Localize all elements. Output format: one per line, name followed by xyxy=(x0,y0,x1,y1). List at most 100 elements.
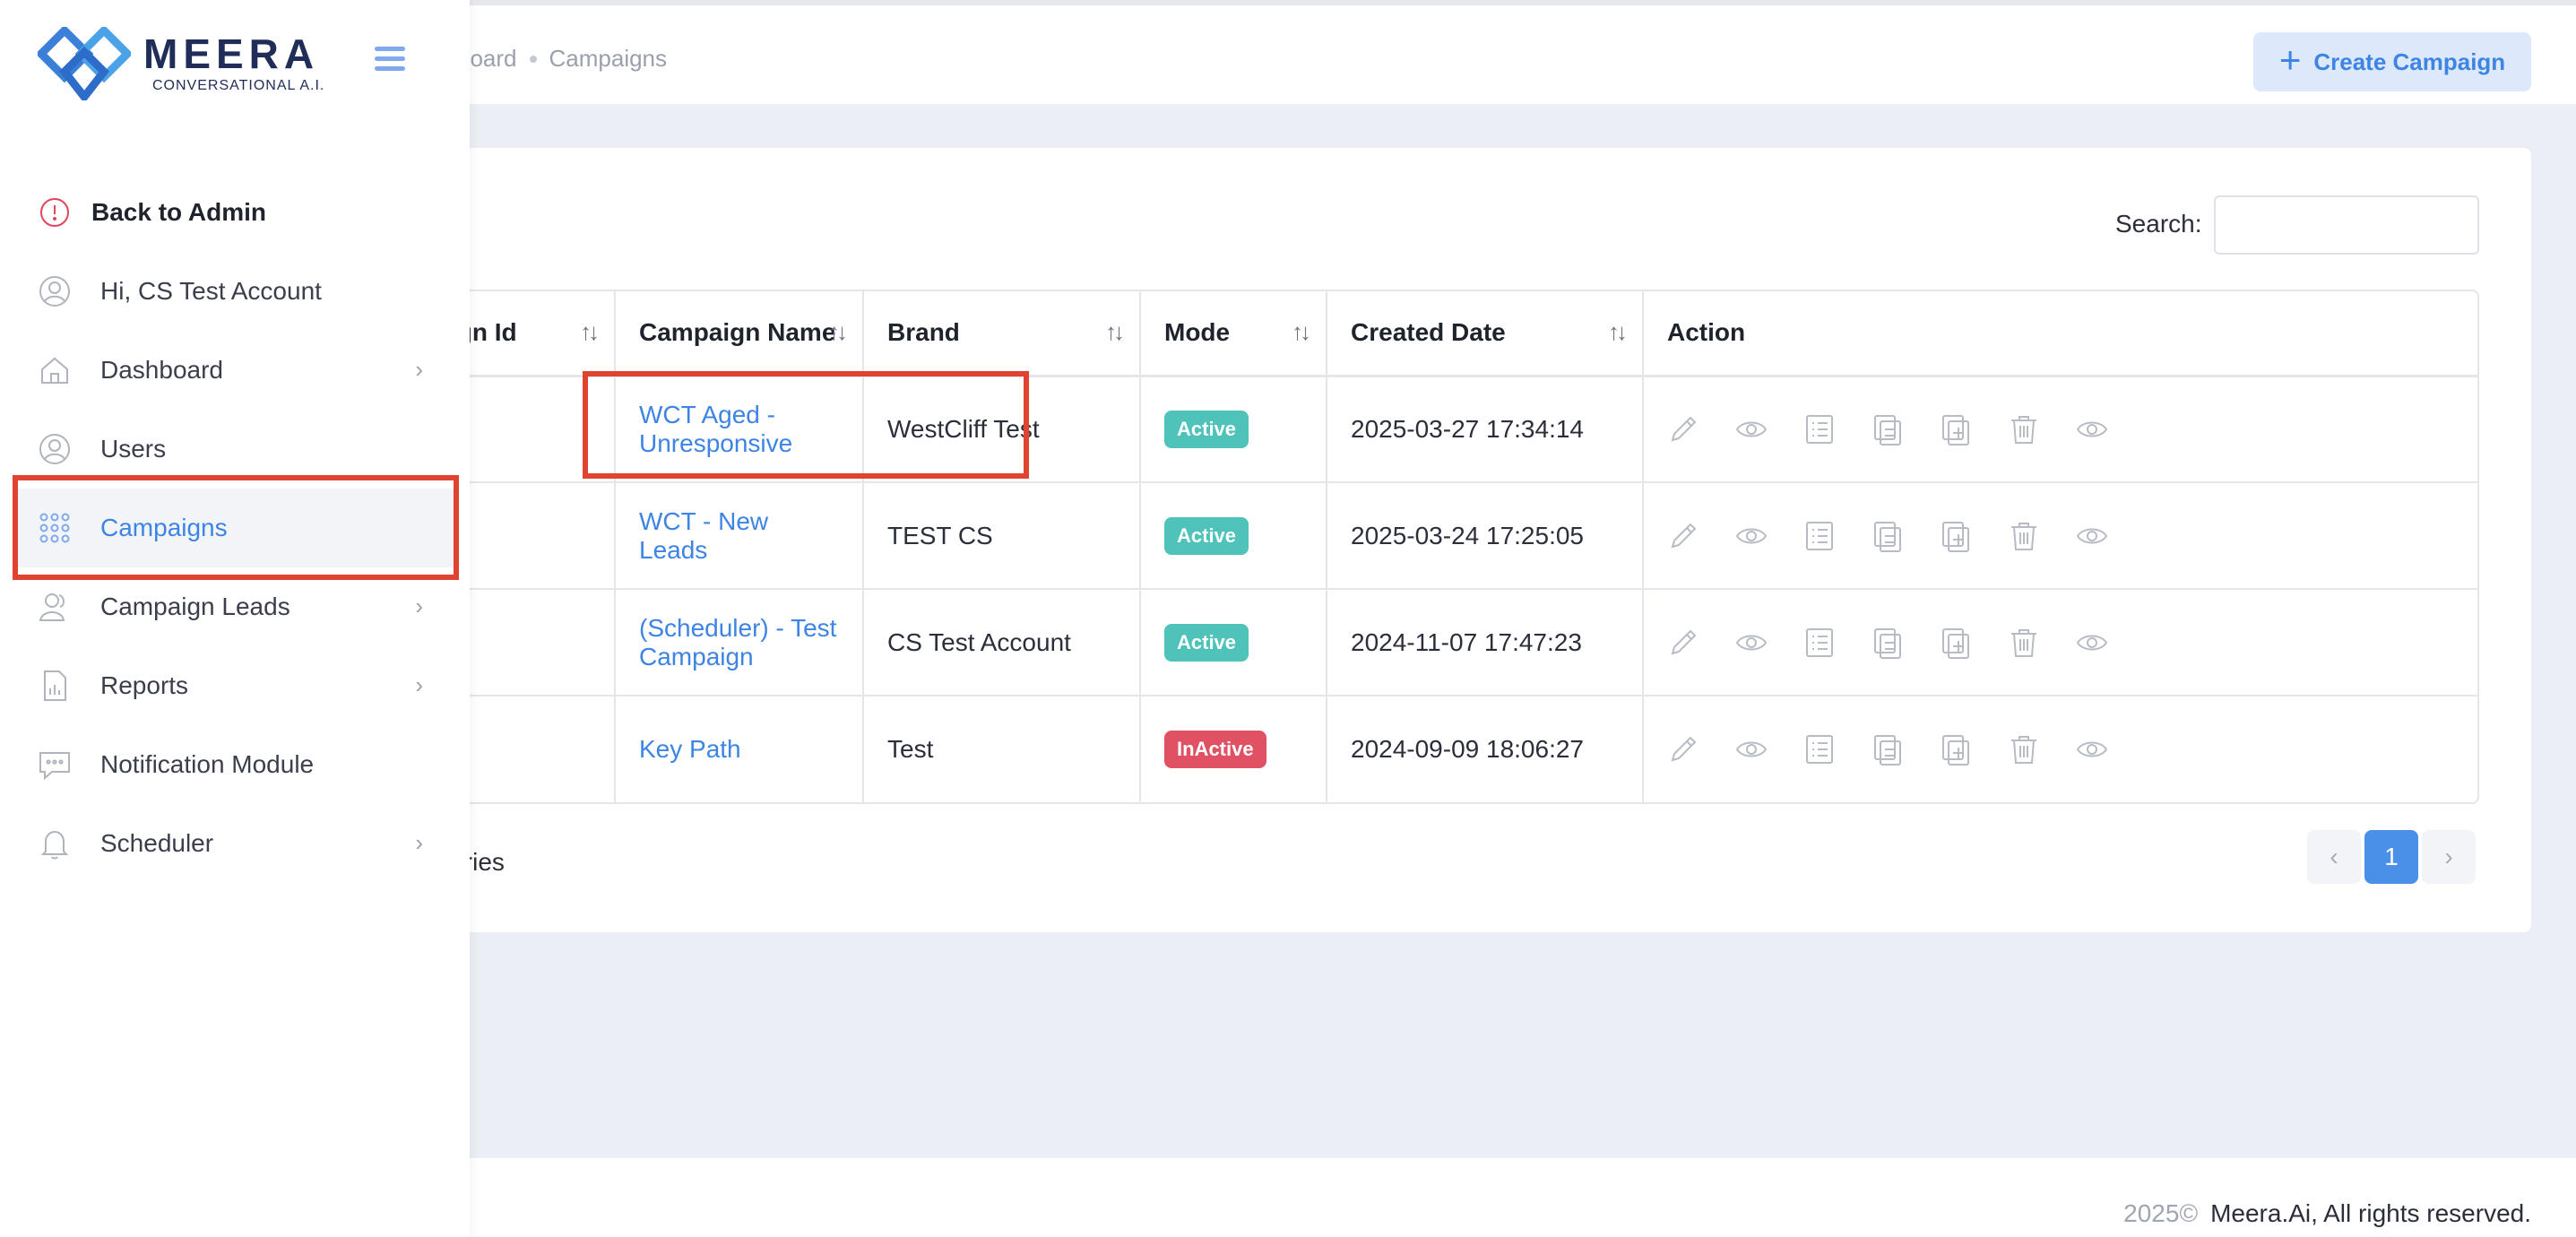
next-page-button[interactable]: › xyxy=(2422,830,2476,884)
created-date-cell: 2025-03-27 17:34:14 xyxy=(1327,376,1644,483)
chevron-right-icon: › xyxy=(415,356,423,383)
sidebar-menu: Back to Admin Hi, CS Test Account Dashbo… xyxy=(0,173,470,883)
mode-cell: Active xyxy=(1140,589,1327,696)
view-icon[interactable] xyxy=(1735,413,1768,445)
col-brand[interactable]: Brand ↑↓ xyxy=(863,291,1141,377)
sort-icon: ↑↓ xyxy=(1292,318,1311,345)
edit-icon[interactable] xyxy=(1667,520,1699,552)
prev-page-button[interactable]: ‹ xyxy=(2307,830,2361,884)
breadcrumb: board Campaigns xyxy=(457,45,667,73)
add-icon[interactable] xyxy=(1940,520,1972,552)
status-badge: Active xyxy=(1164,516,1249,555)
add-icon[interactable] xyxy=(1940,627,1972,659)
campaign-name-link[interactable]: Key Path xyxy=(639,735,741,763)
sidebar-item-account[interactable]: Hi, CS Test Account xyxy=(0,252,470,331)
view-icon[interactable] xyxy=(1735,733,1768,766)
sidebar-item-users[interactable]: Users xyxy=(0,410,470,489)
logo[interactable]: MEERA CONVERSATIONAL A.I. xyxy=(38,27,324,100)
status-badge: Active xyxy=(1164,410,1249,448)
menu-toggle-button[interactable] xyxy=(375,47,405,76)
sidebar-item-campaign-leads[interactable]: Campaign Leads › xyxy=(0,567,470,646)
view-icon[interactable] xyxy=(1735,520,1768,552)
sidebar-item-scheduler[interactable]: Scheduler › xyxy=(0,804,470,883)
logo-text: MEERA CONVERSATIONAL A.I. xyxy=(143,33,324,94)
col-mode[interactable]: Mode ↑↓ xyxy=(1140,291,1327,377)
breadcrumb-current: Campaigns xyxy=(549,45,668,72)
edit-icon[interactable] xyxy=(1667,627,1699,659)
list-icon[interactable] xyxy=(1803,627,1836,659)
edit-icon[interactable] xyxy=(1667,733,1699,766)
add-icon[interactable] xyxy=(1940,413,1972,445)
footer-copyright: Meera.Ai, All rights reserved. xyxy=(2210,1199,2531,1227)
sort-icon: ↑↓ xyxy=(580,318,600,345)
brand-cell: Test xyxy=(863,696,1141,802)
list-icon[interactable] xyxy=(1803,520,1836,552)
delete-icon[interactable] xyxy=(2008,627,2040,659)
copy-icon[interactable] xyxy=(1871,733,1904,766)
sidebar-item-back-to-admin[interactable]: Back to Admin xyxy=(0,173,470,252)
chevron-right-icon: › xyxy=(415,671,423,698)
action-icons xyxy=(1667,520,2458,552)
campaign-name-cell: WCT Aged - Unresponsive xyxy=(615,376,864,483)
view-icon[interactable] xyxy=(1735,627,1768,659)
campaign-name-link[interactable]: WCT - New Leads xyxy=(639,507,768,564)
delete-icon[interactable] xyxy=(2008,413,2040,445)
edit-icon[interactable] xyxy=(1667,413,1699,445)
chevron-right-icon: › xyxy=(415,829,423,856)
preview-icon[interactable] xyxy=(2076,520,2108,552)
alert-circle-icon xyxy=(38,195,72,229)
campaign-name-cell: WCT - New Leads xyxy=(615,482,864,590)
action-icons xyxy=(1667,733,2458,766)
campaign-id-cell xyxy=(450,589,616,696)
footer-year: 2025© xyxy=(2123,1199,2199,1227)
col-campaign-name[interactable]: Campaign Name ↑↓ xyxy=(615,291,864,377)
table-row: (Scheduler) - Test Campaign CS Test Accou… xyxy=(450,589,2477,696)
logo-mark-icon xyxy=(38,27,131,100)
delete-icon[interactable] xyxy=(2008,733,2040,766)
brand-cell: WestCliff Test xyxy=(863,376,1141,483)
pagination: ‹ 1 › xyxy=(2307,830,2476,884)
sidebar-item-notification-module[interactable]: Notification Module xyxy=(0,725,470,804)
breadcrumb-separator xyxy=(529,55,537,63)
home-icon xyxy=(38,353,72,387)
brand-cell: TEST CS xyxy=(863,482,1141,590)
campaign-name-link[interactable]: (Scheduler) - Test Campaign xyxy=(639,614,836,670)
user-icon xyxy=(38,432,72,466)
sort-icon: ↑↓ xyxy=(1608,318,1628,345)
action-icons xyxy=(1667,413,2458,445)
preview-icon[interactable] xyxy=(2076,733,2108,766)
created-date-cell: 2024-11-07 17:47:23 xyxy=(1327,589,1644,696)
list-icon[interactable] xyxy=(1803,413,1836,445)
mode-cell: Active xyxy=(1140,376,1327,483)
add-icon[interactable] xyxy=(1940,733,1972,766)
chevron-right-icon: › xyxy=(415,593,423,619)
mode-cell: InActive xyxy=(1140,696,1327,802)
sidebar-item-dashboard[interactable]: Dashboard › xyxy=(0,331,470,410)
created-date-cell: 2025-03-24 17:25:05 xyxy=(1327,482,1644,590)
delete-icon[interactable] xyxy=(2008,520,2040,552)
campaign-name-cell: Key Path xyxy=(615,696,864,802)
grid-icon xyxy=(38,511,72,545)
list-icon[interactable] xyxy=(1803,733,1836,766)
sidebar-item-reports[interactable]: Reports › xyxy=(0,646,470,725)
page-1-button[interactable]: 1 xyxy=(2364,830,2418,884)
mode-cell: Active xyxy=(1140,482,1327,590)
copy-icon[interactable] xyxy=(1871,413,1904,445)
table-header-row: ign Id ↑↓ Campaign Name ↑↓ Brand ↑↓ Mode ↑↓ … xyxy=(450,291,2477,377)
bell-icon xyxy=(38,826,72,861)
copy-icon[interactable] xyxy=(1871,627,1904,659)
copy-icon[interactable] xyxy=(1871,520,1904,552)
action-cell xyxy=(1643,482,2477,590)
col-campaign-id[interactable]: ign Id ↑↓ xyxy=(450,291,616,377)
col-action: Action xyxy=(1643,291,2477,377)
create-campaign-button[interactable]: + Create Campaign xyxy=(2253,32,2531,91)
search-input[interactable] xyxy=(2214,195,2479,255)
preview-icon[interactable] xyxy=(2076,627,2108,659)
campaign-id-cell xyxy=(450,376,616,483)
preview-icon[interactable] xyxy=(2076,413,2108,445)
campaign-name-link[interactable]: WCT Aged - Unresponsive xyxy=(639,401,792,457)
plus-icon: + xyxy=(2278,39,2302,81)
col-created-date[interactable]: Created Date ↑↓ xyxy=(1327,291,1644,377)
sidebar-item-campaigns[interactable]: Campaigns xyxy=(14,489,455,567)
campaign-id-cell xyxy=(450,696,616,802)
